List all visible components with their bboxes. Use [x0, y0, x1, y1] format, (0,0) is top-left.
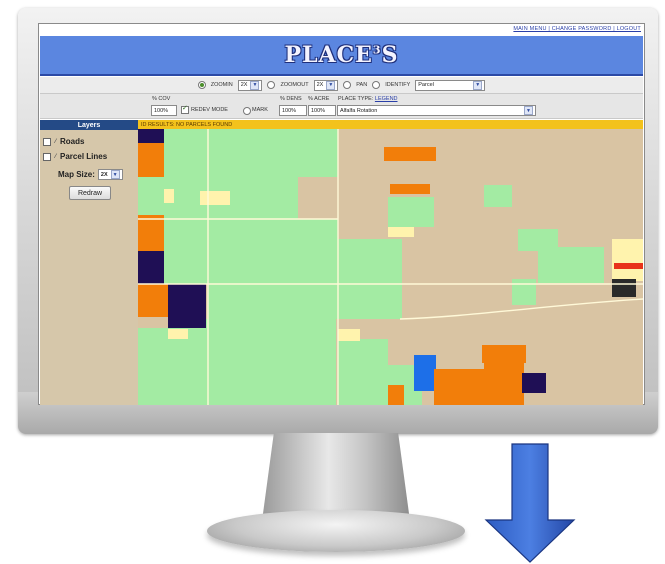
- parcel-block[interactable]: [522, 373, 546, 393]
- parcel-block[interactable]: [168, 329, 188, 339]
- parcel-block[interactable]: [138, 284, 168, 317]
- zoomin-label: ZOOMIN: [210, 82, 233, 88]
- dens-input[interactable]: 100%: [279, 105, 307, 116]
- parcel-block[interactable]: [384, 147, 436, 161]
- parcel-block[interactable]: [512, 279, 536, 305]
- parcel-lines-checkbox[interactable]: [43, 152, 51, 161]
- layers-header: Layers: [40, 120, 138, 130]
- parcel-lines-label: Parcel Lines: [60, 152, 108, 161]
- parcel-block[interactable]: [138, 328, 206, 405]
- parcel-block[interactable]: [434, 369, 484, 405]
- parcel-block[interactable]: [614, 263, 643, 269]
- app-title: PLACE3S: [285, 42, 399, 68]
- place-type-label-row: PLACE TYPE: LEGEND: [338, 96, 398, 102]
- down-arrow-icon: [484, 443, 576, 563]
- map-tool-bar: ZOOMIN 2X ▼ ZOOMOUT 2X ▼ PAN IDENTIFY Parc…: [40, 77, 643, 94]
- map-size-label: Map Size:: [58, 170, 95, 179]
- parcel-block[interactable]: [338, 329, 360, 341]
- app-title-superscript: 3: [372, 43, 382, 57]
- zoomout-radio[interactable]: [267, 81, 276, 89]
- roads-checkbox[interactable]: [43, 137, 51, 146]
- pan-label: PAN: [356, 82, 368, 88]
- redev-mode-checkbox[interactable]: [181, 104, 189, 114]
- parcel-block[interactable]: [138, 215, 164, 251]
- road-line-icon: ⁄: [55, 138, 57, 145]
- parcel-block[interactable]: [388, 197, 434, 227]
- layers-sidebar: Layers ⁄ Roads ⁄ Parcel Lines Map Size: …: [40, 120, 138, 405]
- place-type-options-bar: % COV 100% REDEV MODE MARK % DENS 100% %…: [40, 94, 643, 119]
- dens-label: % DENS: [280, 96, 302, 102]
- parcel-block[interactable]: [484, 363, 524, 405]
- parcel-block[interactable]: [388, 385, 404, 405]
- place-type-select[interactable]: Alfalfa Rotation ▼: [337, 105, 536, 116]
- parcel-block[interactable]: [164, 129, 208, 284]
- mark-label: MARK: [252, 107, 268, 113]
- identify-radio[interactable]: [372, 81, 381, 89]
- parcel-line-icon: ⁄: [55, 153, 57, 160]
- chevron-down-icon[interactable]: ▼: [110, 170, 120, 179]
- parcel-block[interactable]: [390, 184, 430, 194]
- parcel-block[interactable]: [484, 185, 512, 207]
- zoomout-factor-value: 2X: [316, 82, 324, 88]
- layer-row-parcel-lines[interactable]: ⁄ Parcel Lines: [43, 152, 107, 161]
- legend-link[interactable]: LEGEND: [375, 96, 398, 102]
- parcel-block[interactable]: [138, 177, 164, 215]
- parcel-block[interactable]: [298, 129, 338, 177]
- map-size-select[interactable]: 2X ▼: [97, 169, 123, 180]
- acre-label: % ACRE: [308, 96, 330, 102]
- zoomin-factor-value: 2X: [240, 82, 248, 88]
- parcel-block[interactable]: [208, 129, 298, 219]
- chevron-down-icon[interactable]: ▼: [524, 106, 533, 115]
- map-size-row: Map Size: 2X ▼: [58, 169, 123, 180]
- zoomin-radio[interactable]: [197, 81, 206, 89]
- redev-mode-label: REDEV MODE: [191, 107, 228, 113]
- place-type-value: Alfalfa Rotation: [340, 107, 378, 114]
- chevron-down-icon[interactable]: ▼: [250, 80, 260, 90]
- parcel-block[interactable]: [164, 189, 174, 203]
- app-title-main: PLACE: [284, 42, 373, 68]
- zoomout-factor-select[interactable]: 2X ▼: [313, 79, 339, 91]
- app-banner: PLACE3S: [40, 36, 643, 76]
- mark-radio[interactable]: [243, 107, 251, 115]
- parcel-block[interactable]: [138, 251, 168, 284]
- parcel-block[interactable]: [482, 345, 526, 363]
- identify-label: IDENTIFY: [385, 82, 411, 88]
- layer-row-roads[interactable]: ⁄ Roads: [43, 137, 84, 146]
- parcel-block[interactable]: [200, 191, 230, 205]
- top-navigation-links[interactable]: MAIN MENU | CHANGE PASSWORD | LOGOUT: [513, 26, 641, 32]
- identify-layer-value: Parcel: [418, 82, 434, 88]
- parcel-block[interactable]: [206, 319, 336, 405]
- monitor-stand-neck: [262, 433, 410, 521]
- chevron-down-icon[interactable]: ▼: [326, 80, 336, 90]
- parcel-block[interactable]: [612, 279, 636, 297]
- parcel-block[interactable]: [138, 129, 164, 143]
- monitor-screen: MAIN MENU | CHANGE PASSWORD | LOGOUT PLA…: [38, 23, 645, 405]
- parcel-block[interactable]: [338, 239, 402, 319]
- id-results-bar: ID RESULTS: NO PARCELS FOUND: [138, 120, 643, 129]
- parcel-block[interactable]: [208, 219, 338, 319]
- parcel-block[interactable]: [168, 284, 206, 328]
- app-title-suffix: S: [381, 42, 399, 68]
- zoomin-factor-select[interactable]: 2X ▼: [237, 79, 263, 91]
- pan-radio[interactable]: [343, 81, 352, 89]
- acre-input[interactable]: 100%: [308, 105, 336, 116]
- map-size-value: 2X: [100, 171, 108, 178]
- parcel-block[interactable]: [138, 143, 164, 177]
- cov-label: % COV: [152, 96, 171, 102]
- chevron-down-icon[interactable]: ▼: [473, 80, 483, 90]
- parcel-block[interactable]: [414, 355, 436, 391]
- redraw-button[interactable]: Redraw: [69, 186, 111, 200]
- place-type-label: PLACE TYPE:: [338, 96, 374, 102]
- monitor-stand-base: [207, 510, 465, 552]
- zoomout-label: ZOOMOUT: [280, 82, 309, 88]
- parcel-map[interactable]: [138, 129, 643, 405]
- parcel-block[interactable]: [612, 239, 643, 281]
- roads-label: Roads: [60, 137, 85, 146]
- cov-input[interactable]: 100%: [151, 105, 177, 116]
- identify-layer-select[interactable]: Parcel ▼: [415, 79, 486, 91]
- parcel-block[interactable]: [538, 247, 604, 283]
